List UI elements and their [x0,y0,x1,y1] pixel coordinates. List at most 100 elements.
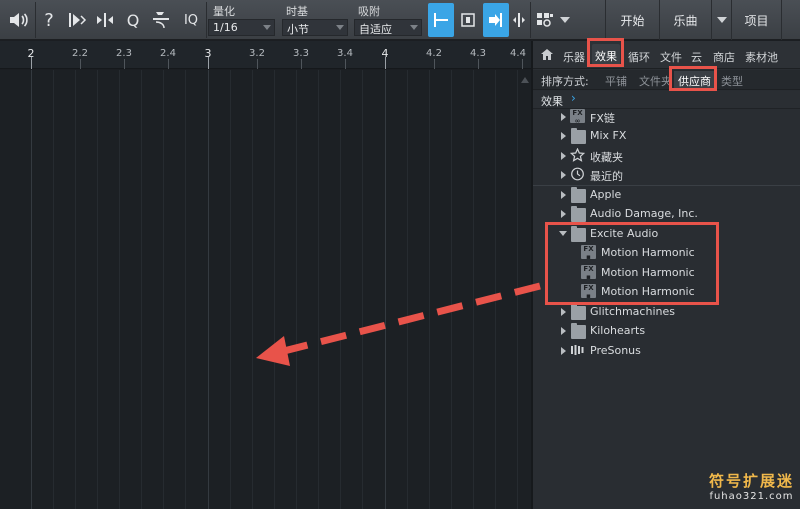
expand-icon[interactable] [561,347,566,355]
tab-shop[interactable]: 商店 [713,49,735,65]
tree-item-label: Apple [590,188,622,201]
snap-to-grid-icon[interactable] [428,3,454,37]
timebase-value: 小节 [287,23,309,36]
highlight-effects-tab [587,38,624,67]
tree-item-fx-chains[interactable]: FX ∞ FX链 [533,107,800,126]
follow-playhead-icon[interactable] [483,3,509,37]
tab-cloud[interactable]: 云 [691,49,702,65]
tree-item-audio-damage[interactable]: Audio Damage, Inc. [533,204,800,223]
tab-loops[interactable]: 循环 [628,49,650,65]
chevron-down-icon [410,25,418,30]
presonus-icon [570,343,585,357]
transient-icon[interactable] [92,4,118,36]
watermark: 符号扩展迷 fuhao321.com [709,470,794,502]
folder-icon [571,187,586,203]
iq-button[interactable]: IQ [178,4,204,36]
event-snap-icon[interactable] [456,4,480,36]
tree-item-label: Glitchmachines [590,305,675,318]
sort-label: 排序方式: [541,75,589,88]
ruler-tick: 3 [204,47,212,60]
nav-song-button[interactable]: 乐曲 [659,0,711,40]
quantize-label: 量化 [213,5,235,18]
nav-song-menu[interactable] [711,0,731,40]
tree-item-favorites[interactable]: 收藏夹 [533,146,800,165]
star-icon [569,147,586,162]
browser-tabs: 乐器 效果 循环 文件 云 商店 素材池 [533,41,800,69]
timebase-select[interactable]: 小节 [282,19,348,36]
nav-start-button[interactable]: 开始 [605,0,659,40]
ruler-tick: 3.3 [293,48,309,59]
nav-project-button[interactable]: 项目 [731,0,781,40]
expand-icon[interactable] [561,132,566,140]
chevron-down-icon[interactable] [558,4,572,36]
sort-type[interactable]: 类型 [721,73,743,89]
quantize-button[interactable]: Q [122,4,144,36]
tree-item-label: Audio Damage, Inc. [590,207,698,220]
ruler-tick: 3.4 [337,48,353,59]
quantize-value: 1/16 [213,21,238,34]
expand-icon[interactable] [561,308,566,316]
tree-item-label: Kilohearts [590,324,646,337]
snap-label: 吸附 [358,5,380,18]
tree-item-mixfx[interactable]: Mix FX [533,126,800,145]
snap-value: 自适应 [359,23,392,36]
watermark-cn: 符号扩展迷 [708,472,794,490]
timebase-label: 时基 [286,5,308,18]
folder-icon [571,304,586,320]
tree-item-kilohearts[interactable]: Kilohearts [533,321,800,340]
highlight-vendor-sort [669,66,717,91]
grid-view-icon[interactable] [533,4,557,36]
split-icon[interactable] [510,4,528,36]
fx-chain-icon: FX ∞ [570,109,585,125]
scroll-up-icon[interactable] [520,70,530,83]
tree-item-apple[interactable]: Apple [533,185,800,204]
ruler-tick: 4 [381,47,389,60]
audio-bend-icon[interactable] [64,4,90,36]
nav-song-label: 乐曲 [673,13,698,28]
expand-icon[interactable] [561,171,566,179]
clock-icon [570,167,585,181]
snap-select[interactable]: 自适应 [354,19,422,36]
expand-icon[interactable] [561,210,566,218]
chevron-down-icon [716,17,727,23]
ruler-tick: 4.3 [470,48,486,59]
tree-item-label: Mix FX [590,129,627,142]
expand-icon[interactable] [561,327,566,335]
ruler-tick: 2.4 [160,48,176,59]
expand-icon[interactable] [561,152,566,160]
quantize-select[interactable]: 1/16 [208,19,275,36]
tree-item-label: 收藏夹 [590,151,623,164]
ruler-tick: 4.2 [426,48,442,59]
nav-start-label: 开始 [620,13,645,28]
chevron-down-icon [263,25,271,30]
mixfx-icon [571,128,586,144]
sort-bar: 排序方式: 平铺 文件夹 供应商 类型 [533,70,800,90]
expand-icon[interactable] [561,191,566,199]
chevron-down-icon [336,25,344,30]
tree-item-label: PreSonus [590,344,641,357]
tab-files[interactable]: 文件 [660,49,682,65]
ruler-tick: 2.3 [116,48,132,59]
sort-folder[interactable]: 文件夹 [639,73,672,89]
help-icon[interactable]: ? [38,4,60,36]
timeline-ruler[interactable]: 2 2.2 2.3 2.4 3 3.2 3.3 3.4 4 4.2 4.3 4.… [0,41,531,69]
main-toolbar: ? Q IQ 量化 1/16 时基 小节 吸附 自适应 开始 乐曲 项目 [0,0,800,40]
tree-item-presonus[interactable]: PreSonus [533,341,800,360]
sort-flat[interactable]: 平铺 [605,73,627,89]
tab-pool[interactable]: 素材池 [745,49,778,65]
speaker-icon[interactable] [6,4,32,36]
expand-icon[interactable] [561,113,566,121]
folder-icon [571,206,586,222]
tab-instruments[interactable]: 乐器 [563,49,585,65]
nav-more-button[interactable] [781,0,800,40]
drag-arrow-icon [256,282,541,366]
chevron-right-icon: › [571,91,576,105]
tree-item-label: 最近的 [590,170,623,183]
ruler-tick: 3.2 [249,48,265,59]
ruler-tick: 2 [27,47,35,60]
ruler-tick: 2.2 [72,48,88,59]
ruler-tick: 4.4 [510,48,526,59]
tree-item-recent[interactable]: 最近的 [533,165,800,184]
strum-icon[interactable] [148,4,174,36]
home-icon[interactable] [541,49,553,63]
